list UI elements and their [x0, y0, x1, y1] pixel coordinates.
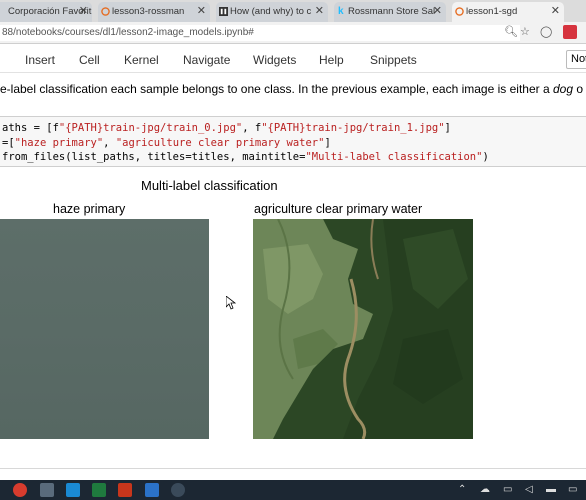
browser-tab-3[interactable]: How (and why) to c ✕ — [216, 2, 328, 22]
figure-title: Multi-label classification — [141, 178, 278, 193]
jupyter-menubar: Insert Cell Kernel Navigate Widgets Help… — [0, 47, 586, 73]
powerpoint-icon[interactable] — [118, 483, 132, 497]
mouse-cursor-icon — [226, 296, 236, 310]
md-text-part: o — [573, 82, 584, 96]
code-token: , — [103, 137, 116, 149]
code-line-2: =["haze primary", "agriculture clear pri… — [2, 137, 331, 149]
browser-tab-2[interactable]: lesson3-rossman ✕ — [98, 2, 210, 22]
tab-title: Rossmann Store Sal — [348, 6, 436, 17]
screen: { "browser": { "tabs": [ {"label": "Corp… — [0, 0, 586, 500]
code-token: aths = [f — [2, 122, 59, 134]
code-token: ] — [324, 137, 331, 149]
code-line-3: from_files(list_paths, titles=titles, ma… — [2, 151, 489, 163]
md-text-part: e-label classification each sample belon… — [0, 82, 553, 96]
tab-title: lesson1-sgd — [466, 6, 518, 17]
code-line-1: aths = [f"{PATH}train-jpg/train_0.jpg", … — [2, 122, 451, 134]
chevron-up-icon[interactable]: ⌃ — [458, 484, 466, 495]
satellite-image-haze — [0, 219, 209, 439]
menu-navigate[interactable]: Navigate — [183, 53, 230, 67]
code-string: "agriculture clear primary water" — [115, 137, 325, 149]
menu-snippets[interactable]: Snippets — [370, 53, 417, 67]
code-string: "{PATH}train-jpg/train_0.jpg" — [58, 122, 243, 134]
url-field[interactable]: 88/notebooks/courses/dl1/lesson2-image_m… — [0, 25, 520, 41]
browser-tab-4[interactable]: k Rossmann Store Sal ✕ — [334, 2, 446, 22]
chrome-icon[interactable] — [13, 483, 27, 497]
code-token: , f — [242, 122, 262, 134]
browser-tab-strip: Corporación Favorit ✕ lesson3-rossman ✕ … — [0, 0, 586, 22]
code-string: "Multi-label classification" — [305, 151, 483, 163]
tab-title: lesson3-rossman — [112, 6, 185, 17]
menu-cell[interactable]: Cell — [79, 53, 100, 67]
cloud-icon[interactable]: ☁ — [480, 484, 490, 495]
browser-tab-1[interactable]: Corporación Favorit ✕ — [0, 2, 92, 22]
app-icon[interactable] — [171, 483, 185, 497]
markdown-text: e-label classification each sample belon… — [0, 82, 583, 96]
kaggle-icon: k — [338, 6, 344, 17]
close-icon[interactable]: ✕ — [197, 2, 206, 21]
outlook-icon[interactable] — [145, 483, 159, 497]
code-token: =[ — [2, 137, 15, 149]
code-token: ] — [444, 122, 451, 134]
close-icon[interactable]: ✕ — [551, 2, 560, 21]
close-icon[interactable]: ✕ — [433, 2, 442, 21]
close-icon[interactable]: ✕ — [315, 2, 324, 21]
code-token: from_files(list_paths, titles=titles, ma… — [2, 151, 306, 163]
kernel-indicator[interactable]: Not — [566, 50, 586, 69]
notification-icon[interactable]: ▭ — [568, 484, 577, 495]
menu-insert[interactable]: Insert — [25, 53, 55, 67]
browser-tab-5[interactable]: lesson1-sgd ✕ — [452, 2, 564, 22]
keyboard-icon[interactable]: ▬ — [546, 484, 556, 495]
star-icon[interactable]: ☆ — [520, 25, 530, 38]
cell-divider — [0, 468, 586, 469]
menu-help[interactable]: Help — [319, 53, 344, 67]
file-explorer-icon[interactable] — [40, 483, 54, 497]
satellite-image-art — [253, 219, 473, 439]
code-token: ) — [482, 151, 489, 163]
address-bar-row: 88/notebooks/courses/dl1/lesson2-image_m… — [0, 22, 586, 44]
close-icon[interactable]: ✕ — [79, 2, 88, 21]
left-image-title: haze primary — [53, 202, 126, 216]
excel-icon[interactable] — [92, 483, 106, 497]
jupyter-icon — [101, 7, 110, 16]
search-icon[interactable]: 🔍︎ — [504, 25, 518, 38]
tab-title: How (and why) to c — [230, 6, 312, 17]
jupyter-icon — [455, 7, 464, 16]
volume-icon[interactable]: ◁ — [525, 484, 533, 495]
menu-kernel[interactable]: Kernel — [124, 53, 159, 67]
menu-widgets[interactable]: Widgets — [253, 53, 296, 67]
taskbar: ⌃ ☁ ▭ ◁ ▬ ▭ — [0, 480, 586, 500]
right-image-title: agriculture clear primary water — [254, 202, 423, 216]
code-string: "{PATH}train-jpg/train_1.jpg" — [261, 122, 445, 134]
extension-icon[interactable] — [563, 25, 577, 39]
md-italic: dog — [552, 82, 574, 96]
hn-icon — [219, 7, 228, 16]
satellite-image-agriculture — [253, 219, 473, 439]
code-string: "haze primary" — [14, 137, 104, 149]
chat-icon[interactable]: ◯ — [540, 25, 552, 38]
code-cell[interactable]: aths = [f"{PATH}train-jpg/train_0.jpg", … — [0, 116, 586, 167]
skype-icon[interactable] — [66, 483, 80, 497]
battery-icon[interactable]: ▭ — [503, 484, 512, 495]
